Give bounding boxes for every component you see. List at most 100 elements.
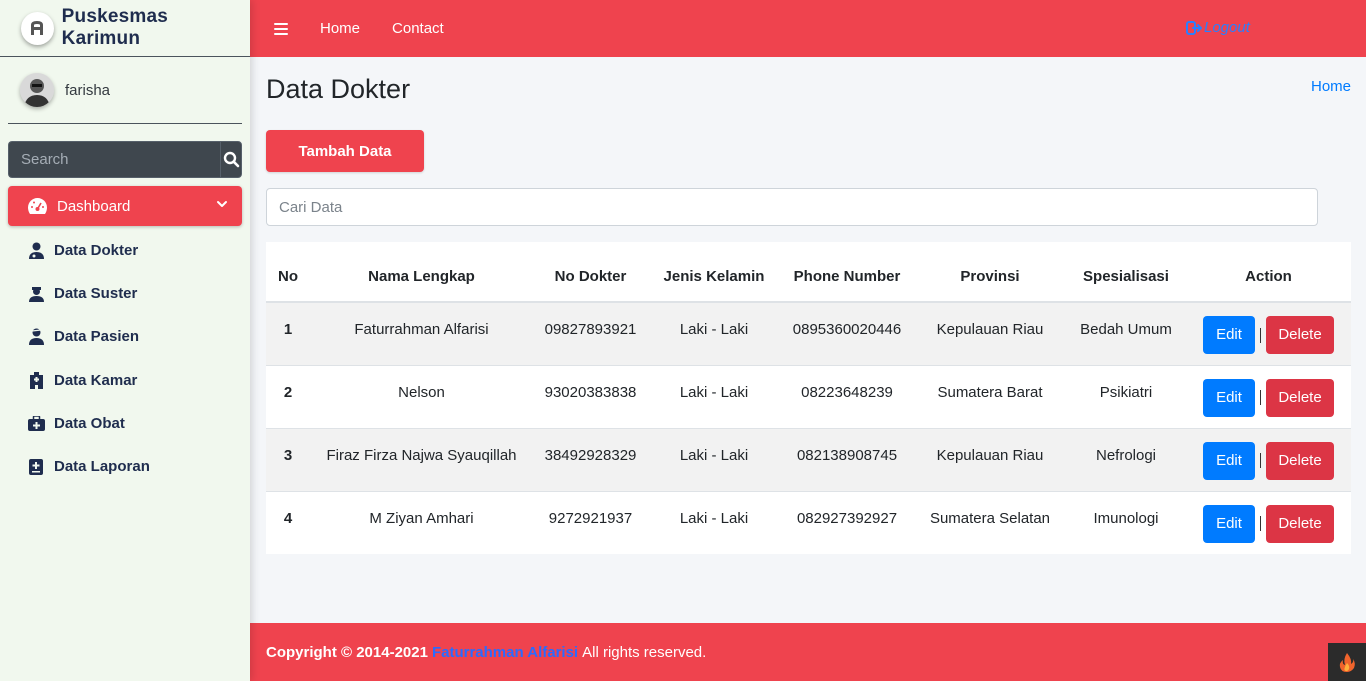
cell-spesialisasi: Imunologi xyxy=(1066,490,1186,554)
sidebar-item-data-obat[interactable]: Data Obat xyxy=(8,402,242,445)
cell-jenis-kelamin: Laki - Laki xyxy=(648,301,780,365)
cell-action: Edit Delete xyxy=(1186,427,1351,491)
sidebar-item-label: Dashboard xyxy=(57,197,131,215)
cell-spesialisasi: Bedah Umum xyxy=(1066,301,1186,365)
cell-nama: Faturrahman Alfarisi xyxy=(310,301,533,365)
column-header: No Dokter xyxy=(533,242,648,303)
sidebar-item-label: Data Dokter xyxy=(54,242,139,260)
column-header: Spesialisasi xyxy=(1066,242,1186,303)
action-separator xyxy=(1260,453,1261,468)
delete-button[interactable]: Delete xyxy=(1266,441,1334,480)
sidebar-item-data-kamar[interactable]: Data Kamar xyxy=(8,359,242,402)
action-separator xyxy=(1260,390,1261,405)
sidebar-search xyxy=(8,141,242,178)
chevron-down-icon xyxy=(217,201,227,207)
cell-no-dokter: 09827893921 xyxy=(533,301,648,365)
column-header: No xyxy=(266,242,310,303)
user-panel[interactable]: farisha xyxy=(8,57,242,124)
column-header: Jenis Kelamin xyxy=(648,242,780,303)
sidebar-search-button[interactable] xyxy=(220,141,242,178)
hospital-icon xyxy=(27,371,45,389)
cell-spesialisasi: Psikiatri xyxy=(1066,364,1186,428)
cell-no: 3 xyxy=(266,427,310,491)
sidebar-item-data-laporan[interactable]: Data Laporan xyxy=(8,445,242,488)
file-medical-icon xyxy=(27,458,45,476)
cell-no-dokter: 9272921937 xyxy=(533,490,648,554)
sidebar-item-data-pasien[interactable]: Data Pasien xyxy=(8,315,242,358)
user-name[interactable]: farisha xyxy=(65,82,110,99)
cell-provinsi: Sumatera Barat xyxy=(914,364,1066,428)
edit-button[interactable]: Edit xyxy=(1203,441,1255,480)
column-header: Provinsi xyxy=(914,242,1066,303)
cell-phone: 082138908745 xyxy=(780,427,914,491)
brand-link[interactable]: Puskesmas Karimun xyxy=(0,0,250,57)
edit-button[interactable]: Edit xyxy=(1203,378,1255,417)
column-header: Action xyxy=(1186,242,1351,303)
cell-no: 2 xyxy=(266,364,310,428)
top-navbar: Home Contact Logout xyxy=(250,0,1366,57)
sign-out-icon xyxy=(1186,20,1202,35)
sidebar-item-label: Data Obat xyxy=(54,414,125,432)
cell-no-dokter: 38492928329 xyxy=(533,427,648,491)
nav-link-contact[interactable]: Contact xyxy=(392,20,444,37)
cell-phone: 082927392927 xyxy=(780,490,914,554)
cell-jenis-kelamin: Laki - Laki xyxy=(648,427,780,491)
cell-no: 4 xyxy=(266,490,310,554)
sidebar-search-input[interactable] xyxy=(8,141,220,178)
table-row: 3 Firaz Firza Najwa Syauqillah 384929283… xyxy=(266,427,1351,491)
cell-nama: Nelson xyxy=(310,364,533,428)
tachometer-icon xyxy=(28,198,47,214)
footer: Copyright © 2014-2021 Faturrahman Alfari… xyxy=(250,623,1366,681)
main-content: Data Dokter Home Tambah Data No Nama Len… xyxy=(250,57,1366,623)
breadcrumb-home[interactable]: Home xyxy=(1311,78,1351,95)
nav-link-home[interactable]: Home xyxy=(320,20,360,37)
delete-button[interactable]: Delete xyxy=(1266,378,1334,417)
sidebar-item-label: Data Pasien xyxy=(54,328,140,346)
edit-button[interactable]: Edit xyxy=(1203,316,1255,354)
action-separator xyxy=(1260,516,1261,531)
cell-no: 1 xyxy=(266,301,310,365)
cell-nama: Firaz Firza Najwa Syauqillah xyxy=(310,427,533,491)
column-header: Phone Number xyxy=(780,242,914,303)
table-header-row: No Nama Lengkap No Dokter Jenis Kelamin … xyxy=(266,242,1351,303)
cell-provinsi: Kepulauan Riau xyxy=(914,301,1066,365)
cell-action: Edit Delete xyxy=(1186,364,1351,428)
sidebar-item-label: Data Laporan xyxy=(54,458,150,476)
footer-rights: All rights reserved. xyxy=(582,643,707,661)
cell-provinsi: Sumatera Selatan xyxy=(914,490,1066,554)
sidebar-nav: Data Dokter Data Suster Data Pasien Data… xyxy=(8,229,242,488)
cell-nama: M Ziyan Amhari xyxy=(310,490,533,554)
sidebar-item-label: Data Suster xyxy=(54,285,138,303)
flame-icon[interactable] xyxy=(1328,643,1366,681)
medkit-icon xyxy=(27,414,45,432)
footer-copyright: Copyright © 2014-2021 xyxy=(266,643,428,661)
cell-no-dokter: 93020383838 xyxy=(533,364,648,428)
edit-button[interactable]: Edit xyxy=(1203,504,1255,543)
data-search-input[interactable] xyxy=(266,188,1318,226)
cell-jenis-kelamin: Laki - Laki xyxy=(648,364,780,428)
user-nurse-icon xyxy=(27,285,45,303)
user-injured-icon xyxy=(27,328,45,346)
sidebar-item-data-dokter[interactable]: Data Dokter xyxy=(8,229,242,272)
cell-jenis-kelamin: Laki - Laki xyxy=(648,490,780,554)
avatar xyxy=(20,73,54,107)
hamburger-menu-icon[interactable] xyxy=(274,20,288,38)
delete-button[interactable]: Delete xyxy=(1266,504,1334,543)
sidebar-item-dashboard[interactable]: Dashboard xyxy=(8,186,242,226)
sidebar: Puskesmas Karimun farisha Search Dashboa… xyxy=(0,0,250,681)
action-separator xyxy=(1260,327,1261,343)
add-data-button[interactable]: Tambah Data xyxy=(266,130,424,172)
delete-button[interactable]: Delete xyxy=(1266,316,1334,354)
column-header: Nama Lengkap xyxy=(310,242,533,303)
table-row: 2 Nelson 93020383838 Laki - Laki 0822364… xyxy=(266,364,1351,428)
logout-link[interactable]: Logout xyxy=(1186,19,1250,36)
cell-phone: 0895360020446 xyxy=(780,301,914,365)
logout-label: Logout xyxy=(1204,19,1250,36)
cell-spesialisasi: Nefrologi xyxy=(1066,427,1186,491)
sidebar-item-data-suster[interactable]: Data Suster xyxy=(8,272,242,315)
footer-author-link[interactable]: Faturrahman Alfarisi xyxy=(432,644,578,661)
search-icon xyxy=(223,151,239,168)
cell-provinsi: Kepulauan Riau xyxy=(914,427,1066,491)
cell-phone: 08223648239 xyxy=(780,364,914,428)
cell-action: Edit Delete xyxy=(1186,301,1351,365)
